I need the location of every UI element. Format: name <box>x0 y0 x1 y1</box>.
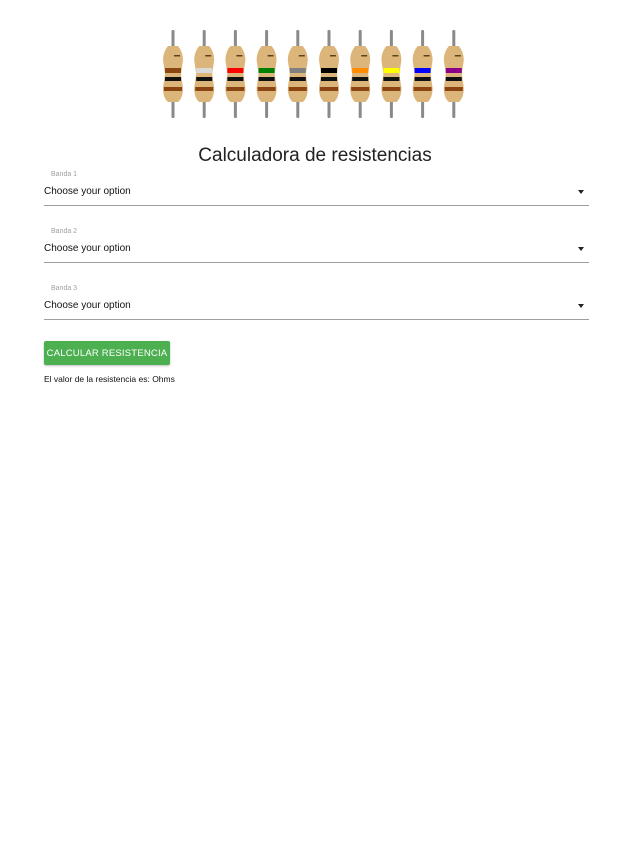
resistor-body <box>443 46 464 102</box>
resistor-color-band <box>414 68 431 73</box>
resistor-7 <box>350 30 371 118</box>
resistor-color-band <box>289 68 306 73</box>
banda-3-underline <box>44 319 589 320</box>
banda-2-underline <box>44 262 589 263</box>
banda-1-label: Banda 1 <box>51 171 78 178</box>
banda-1-underline <box>44 205 589 206</box>
resistor-color-band <box>227 68 244 73</box>
banda-2-value[interactable]: Choose your option <box>44 243 131 254</box>
page-title: Calculadora de resistencias <box>198 145 432 166</box>
banda-3-value[interactable]: Choose your option <box>44 300 131 311</box>
caret-down-icon[interactable] <box>578 190 584 194</box>
banda-1-value[interactable]: Choose your option <box>44 186 131 197</box>
resistor-6 <box>319 30 339 118</box>
resistor-2 <box>194 30 215 118</box>
banda-3-label: Banda 3 <box>51 285 78 292</box>
resistor-5 <box>287 30 308 118</box>
resistor-banner <box>162 30 470 120</box>
caret-down-icon[interactable] <box>578 247 584 251</box>
resistor-body <box>287 46 308 102</box>
resistor-color-band <box>445 68 462 73</box>
resistor-1 <box>163 30 183 118</box>
banda-2-select[interactable]: Banda 2 Choose your option <box>44 228 589 280</box>
resistor-body <box>194 46 215 102</box>
resistor-color-band <box>321 68 337 73</box>
resistor-body <box>381 46 402 102</box>
resistor-10 <box>443 30 464 118</box>
result-text: El valor de la resistencia es: Ohms <box>44 374 175 384</box>
resistor-body <box>225 46 246 102</box>
banda-2-label: Banda 2 <box>51 228 78 235</box>
resistor-color-band <box>352 68 369 73</box>
resistor-8 <box>381 30 402 118</box>
banda-1-select[interactable]: Banda 1 Choose your option <box>44 171 589 223</box>
resistor-color-band <box>196 68 213 73</box>
resistor-body <box>256 46 277 102</box>
resistor-color-band <box>165 68 181 73</box>
resistor-color-band <box>258 68 275 73</box>
resistor-body <box>163 46 183 102</box>
resistor-body <box>319 46 339 102</box>
caret-down-icon[interactable] <box>578 304 584 308</box>
resistor-body <box>350 46 371 102</box>
resistor-3 <box>225 30 246 118</box>
resistor-color-band <box>383 68 400 73</box>
banda-3-select[interactable]: Banda 3 Choose your option <box>44 285 589 337</box>
calcular-resistencia-button[interactable]: CALCULAR RESISTENCIA <box>44 341 170 365</box>
resistor-9 <box>412 30 433 118</box>
resistor-4 <box>256 30 277 118</box>
resistor-banner-svg <box>163 30 464 118</box>
resistor-body <box>412 46 433 102</box>
